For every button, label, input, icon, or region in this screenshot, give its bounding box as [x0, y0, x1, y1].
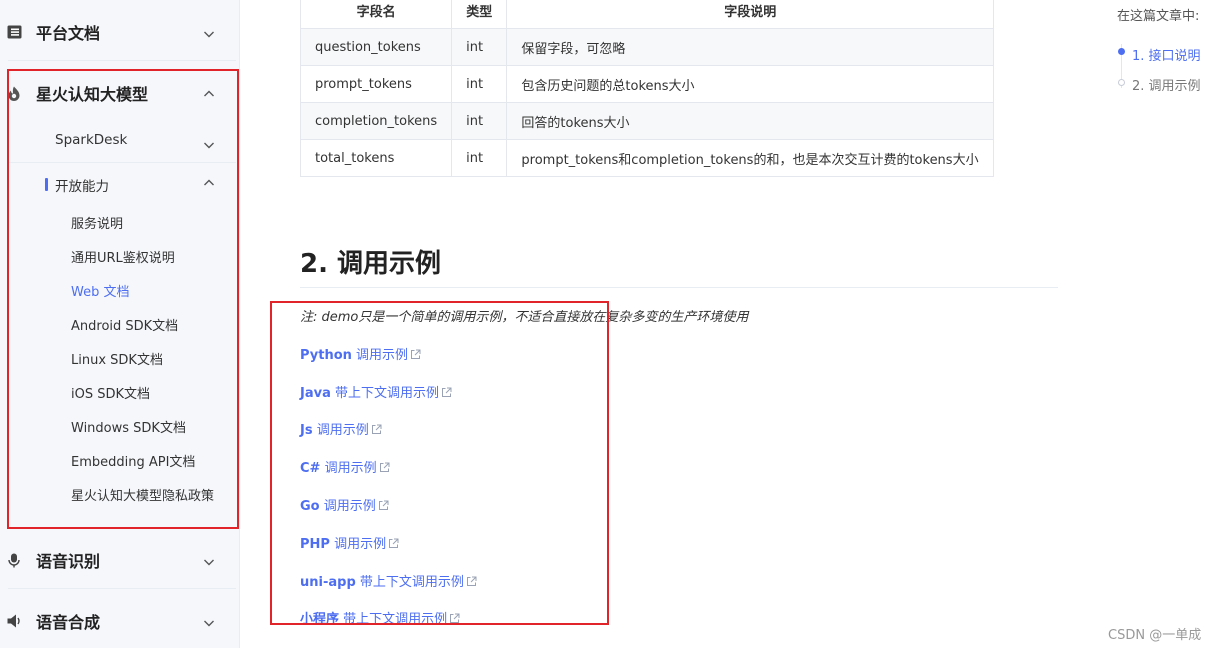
active-indicator [45, 178, 48, 191]
chevron-up-icon[interactable] [203, 177, 214, 187]
link-lang: Js [300, 423, 313, 438]
table-cell: prompt_tokens和completion_tokens的和，也是本次交互… [506, 139, 994, 177]
link-php-example[interactable]: PHP 调用示例 [300, 533, 399, 552]
sidebar: 平台文档 星火认知大模型 SparkDesk 开放能力 服务说明 通用URL鉴权… [0, 0, 240, 648]
link-text: 调用示例 [320, 461, 377, 476]
table-cell: 包含历史问题的总tokens大小 [506, 65, 994, 103]
external-link-icon [466, 576, 477, 586]
nav-item-url-auth[interactable]: 通用URL鉴权说明 [71, 247, 175, 266]
table-cell: total_tokens [299, 139, 453, 177]
nav-section-platform-docs[interactable]: 平台文档 [0, 12, 240, 52]
chevron-down-icon[interactable] [203, 617, 214, 627]
link-lang: Java [300, 386, 331, 401]
link-text: 调用示例 [312, 423, 369, 438]
section-title: 2. 调用示例 [300, 249, 442, 279]
link-text: 调用示例 [351, 348, 409, 363]
table-row: question_tokens int 保留字段，可忽略 [299, 28, 994, 66]
table-cell: question_tokens [299, 28, 453, 66]
divider [8, 588, 236, 589]
link-lang: uni-app [300, 575, 356, 590]
nav-item-web-doc[interactable]: Web 文档 [71, 281, 129, 300]
nav-section-label: 平台文档 [36, 24, 101, 43]
divider [300, 287, 1058, 288]
nav-sub-sparkdesk[interactable]: SparkDesk [55, 132, 127, 148]
nav-item-windows-sdk[interactable]: Windows SDK文档 [71, 417, 186, 436]
external-link-icon [379, 462, 390, 472]
toc-item-api-desc[interactable]: 1. 接口说明 [1132, 45, 1201, 64]
nav-section-speech-recognition[interactable]: 语音识别 [0, 540, 240, 580]
link-lang: 小程序 [300, 612, 340, 627]
nav-item-android-sdk[interactable]: Android SDK文档 [71, 315, 178, 334]
nav-item-service-desc[interactable]: 服务说明 [71, 213, 123, 232]
table-cell: int [451, 102, 508, 140]
link-csharp-example[interactable]: C# 调用示例 [300, 457, 390, 476]
link-lang: Python [300, 348, 352, 363]
external-link-icon [378, 500, 389, 510]
params-table: 字段名 类型 字段说明 question_tokens int 保留字段，可忽略… [299, 0, 994, 177]
link-python-example[interactable]: Python 调用示例 [300, 344, 421, 363]
flame-icon [6, 85, 22, 101]
table-cell: prompt_tokens [299, 65, 453, 103]
link-text: 调用示例 [319, 499, 376, 514]
link-text: 带上下文调用示例 [330, 386, 439, 401]
toc-item-examples[interactable]: 2. 调用示例 [1132, 75, 1201, 94]
link-uniapp-example[interactable]: uni-app 带上下文调用示例 [300, 571, 477, 590]
table-header-row: 字段名 类型 字段说明 [299, 0, 994, 29]
table-header-cell: 类型 [451, 0, 508, 29]
table-cell: int [451, 28, 508, 66]
demo-note: 注: demo只是一个简单的调用示例，不适合直接放在复杂多变的生产环境使用 [300, 310, 749, 325]
link-miniprogram-example[interactable]: 小程序 带上下文调用示例 [300, 608, 460, 627]
toc-title: 在这篇文章中: [1117, 9, 1200, 24]
nav-section-label: 语音识别 [36, 552, 101, 571]
external-link-icon [389, 538, 399, 548]
table-header-cell: 字段说明 [506, 0, 994, 29]
nav-item-embedding-api[interactable]: Embedding API文档 [71, 451, 195, 470]
link-lang: PHP [300, 537, 330, 552]
table-cell: int [451, 65, 508, 103]
link-text: 带上下文调用示例 [355, 575, 464, 590]
toc-active-dot [1118, 48, 1125, 55]
table-cell: int [451, 139, 508, 177]
external-link-icon [371, 424, 382, 434]
chevron-down-icon[interactable] [203, 556, 214, 566]
link-text: 带上下文调用示例 [339, 612, 448, 627]
nav-section-label: 语音合成 [36, 613, 101, 632]
nav-section-spark-model[interactable]: 星火认知大模型 [0, 73, 240, 113]
link-js-example[interactable]: Js 调用示例 [300, 419, 382, 438]
nav-section-speech-synthesis[interactable]: 语音合成 [0, 601, 240, 641]
microphone-icon [6, 552, 22, 568]
nav-item-ios-sdk[interactable]: iOS SDK文档 [71, 383, 150, 402]
divider [8, 60, 236, 61]
watermark: CSDN @一单成 [1108, 628, 1202, 643]
divider [8, 162, 236, 163]
external-link-icon [450, 613, 460, 623]
table-cell: 保留字段，可忽略 [506, 28, 994, 66]
link-lang: Go [300, 499, 320, 514]
link-text: 调用示例 [329, 537, 387, 552]
table-cell: completion_tokens [299, 102, 453, 140]
link-lang: C# [300, 461, 321, 476]
table-row: total_tokens int prompt_tokens和completio… [299, 139, 994, 177]
table-row: completion_tokens int 回答的tokens大小 [299, 102, 994, 140]
nav-sub-open-ability[interactable]: 开放能力 [55, 175, 109, 195]
toc-dot [1118, 79, 1125, 86]
chevron-down-icon[interactable] [203, 28, 214, 38]
link-go-example[interactable]: Go 调用示例 [300, 495, 389, 514]
chevron-down-icon[interactable] [203, 139, 214, 149]
document-icon [6, 24, 22, 40]
nav-item-linux-sdk[interactable]: Linux SDK文档 [71, 349, 163, 368]
nav-section-label: 星火认知大模型 [36, 85, 149, 104]
speaker-icon [6, 613, 22, 629]
external-link-icon [411, 349, 421, 359]
external-link-icon [442, 387, 452, 397]
chevron-up-icon[interactable] [203, 88, 214, 98]
link-java-example[interactable]: Java 带上下文调用示例 [300, 382, 452, 401]
nav-item-privacy-policy[interactable]: 星火认知大模型隐私政策 [71, 485, 214, 504]
table-cell: 回答的tokens大小 [506, 102, 994, 140]
table-row: prompt_tokens int 包含历史问题的总tokens大小 [299, 65, 994, 103]
table-header-cell: 字段名 [299, 0, 453, 29]
